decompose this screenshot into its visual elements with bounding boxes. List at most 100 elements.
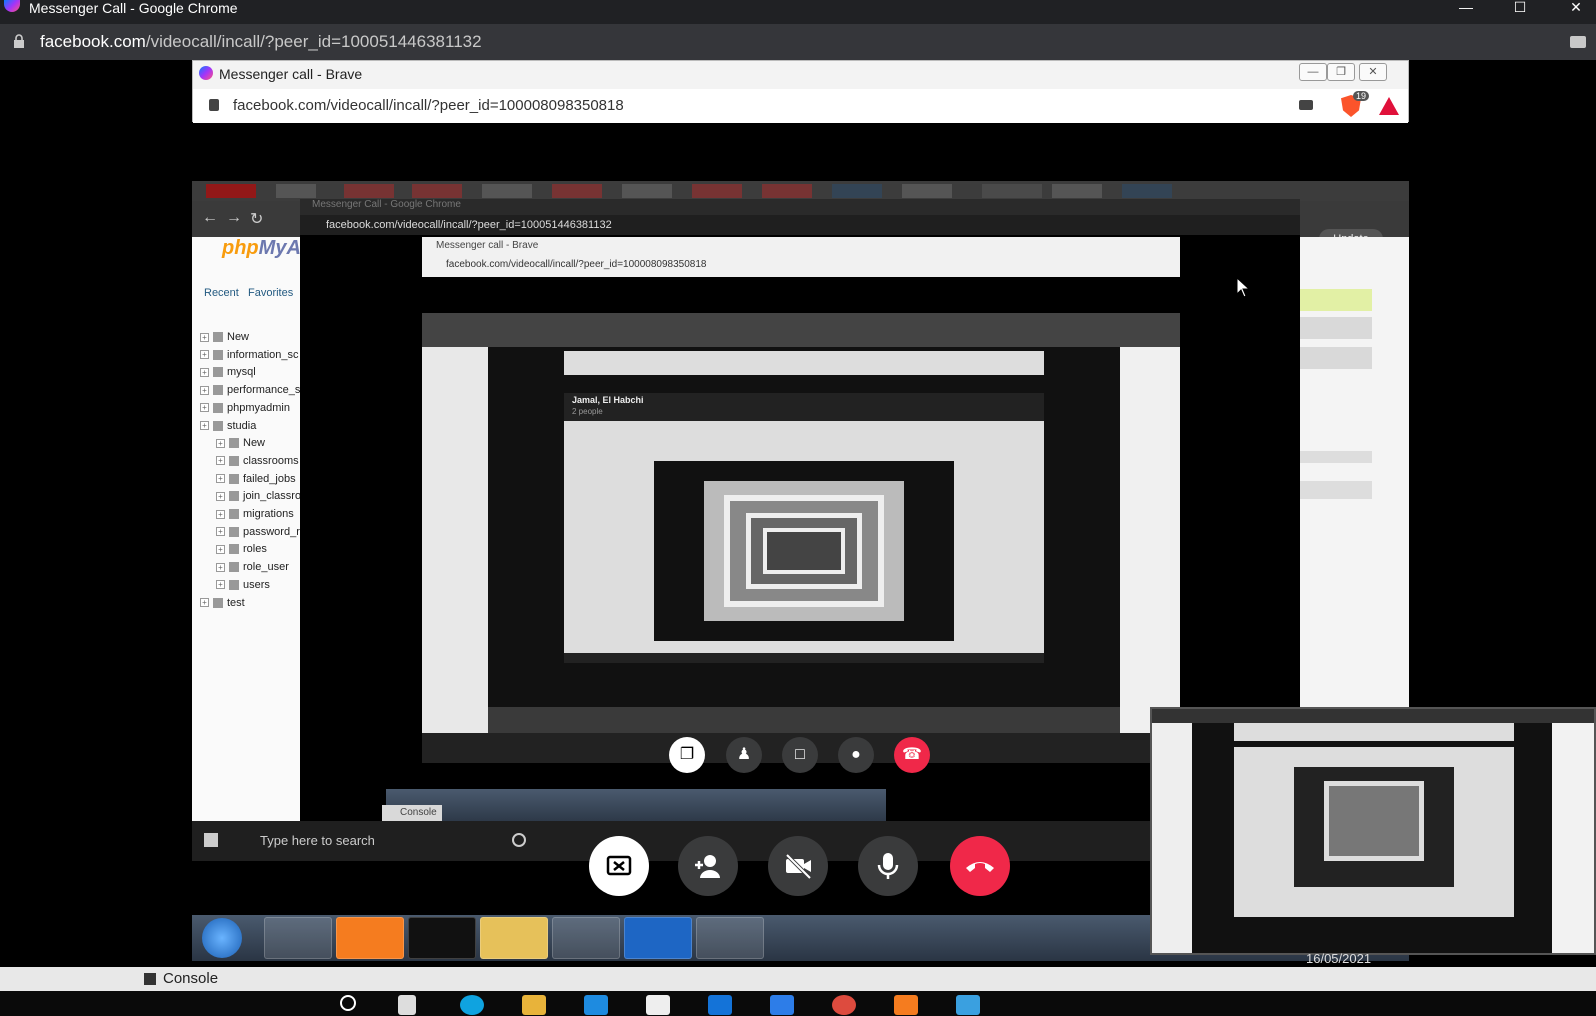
microphone-icon xyxy=(877,853,899,879)
nested-right-panel xyxy=(1120,347,1180,733)
tree-item: + join_classro xyxy=(216,490,301,502)
tree-item: + migrations xyxy=(216,508,294,520)
console-bar[interactable]: Console xyxy=(0,967,1596,991)
back-icon: ← xyxy=(202,209,218,226)
shared-tab xyxy=(832,184,882,198)
end-call-button[interactable] xyxy=(950,836,1010,896)
gray-row xyxy=(1300,481,1372,499)
inner-brave-window: Messenger call - Brave facebook.com/vide… xyxy=(422,237,1180,277)
tree-item: + role_user xyxy=(216,561,289,573)
tree-item-label: test xyxy=(227,596,245,609)
cursor-shape xyxy=(1236,276,1251,298)
highlight-row xyxy=(1300,289,1372,311)
self-view-tile[interactable] xyxy=(1150,707,1596,955)
folder-icon[interactable] xyxy=(522,995,546,1015)
messenger-icon xyxy=(199,66,213,80)
tree-item-label: studia xyxy=(227,419,257,432)
brave-minimize-button[interactable]: — xyxy=(1299,63,1327,81)
camera-icon[interactable] xyxy=(1299,100,1313,110)
tree-item: + failed_jobs xyxy=(216,473,296,485)
task-view-icon[interactable] xyxy=(398,995,416,1015)
console-label: Console xyxy=(163,970,219,987)
tree-item: + roles xyxy=(216,543,267,555)
address-bar[interactable]: facebook.com/videocall/incall/?peer_id=1… xyxy=(0,24,1596,60)
tree-item-label: New xyxy=(243,437,266,450)
brave-rewards-icon[interactable] xyxy=(1379,97,1399,115)
expand-icon: + xyxy=(216,527,225,537)
close-button[interactable]: ✕ xyxy=(1556,0,1596,18)
nested-call-people: 2 people xyxy=(572,407,603,416)
brave-restore-button[interactable]: ❐ xyxy=(1327,63,1355,81)
search-icon[interactable] xyxy=(340,995,356,1011)
self-view-nested xyxy=(1234,747,1514,917)
xampp-icon[interactable] xyxy=(894,995,918,1015)
edge-icon[interactable] xyxy=(460,995,484,1015)
self-view-pma xyxy=(1152,723,1192,953)
shared-tab xyxy=(206,184,256,198)
shared-tab xyxy=(902,184,952,198)
share-screen-icon xyxy=(606,855,632,876)
nested-window: Jamal, El Habchi 2 people xyxy=(488,347,1120,707)
logo-mya: MyA xyxy=(258,237,301,259)
tree-item-label: role_user xyxy=(243,561,289,574)
database-icon xyxy=(229,544,239,555)
calendar-icon[interactable] xyxy=(770,995,794,1015)
microphone-button[interactable] xyxy=(858,836,918,896)
brave-window: Messenger call - Brave — ❐ ✕ facebook.co… xyxy=(192,60,1409,123)
inner-brave-url: facebook.com/videocall/incall/?peer_id=1… xyxy=(446,259,707,270)
database-icon xyxy=(213,402,223,413)
tree-item: + users xyxy=(216,579,270,591)
mail-icon[interactable] xyxy=(708,995,732,1015)
tree-item: + performance_s xyxy=(200,384,300,396)
tree-item-label: mysql xyxy=(227,366,256,379)
expand-icon: + xyxy=(200,598,209,608)
database-icon xyxy=(213,385,223,396)
brave-url: facebook.com/videocall/incall/?peer_id=1… xyxy=(233,97,624,114)
nested-w7-taskbar xyxy=(386,789,886,825)
expand-icon: + xyxy=(216,438,225,448)
database-icon xyxy=(229,438,239,449)
tree-item-label: classrooms xyxy=(243,454,299,467)
database-icon xyxy=(229,509,239,520)
minimize-button[interactable]: — xyxy=(1446,0,1486,18)
tree-item-label: join_classro xyxy=(243,490,302,503)
app-icon[interactable] xyxy=(956,995,980,1015)
database-icon xyxy=(229,579,239,590)
database-icon xyxy=(229,526,239,537)
lock-icon xyxy=(209,99,219,111)
nested-screen-2 xyxy=(564,421,1044,653)
share-screen-button[interactable] xyxy=(589,836,649,896)
tree-item-label: roles xyxy=(243,543,267,556)
database-icon xyxy=(213,420,223,431)
tree-item-label: New xyxy=(227,331,250,343)
xampp-task-icon xyxy=(336,917,404,959)
brave-close-button[interactable]: ✕ xyxy=(1359,63,1387,81)
vscode-icon[interactable] xyxy=(584,995,608,1015)
app-task-icon xyxy=(696,917,764,959)
shared-tab xyxy=(622,184,672,198)
tree-item: + password_r xyxy=(216,526,300,538)
windows-start-icon xyxy=(204,833,218,847)
shared-console-tab: Console xyxy=(382,805,442,821)
brave-address-bar[interactable]: facebook.com/videocall/incall/?peer_id=1… xyxy=(193,89,1408,123)
phpmyadmin-logo: phpMyA xyxy=(222,237,301,260)
store-icon[interactable] xyxy=(646,995,670,1015)
tree-item-label: phpmyadmin xyxy=(227,401,290,414)
shared-tab xyxy=(692,184,742,198)
expand-icon: + xyxy=(216,580,225,590)
tunnel-ring xyxy=(724,495,884,607)
outer-title-bar: Messenger Call - Google Chrome — ☐ ✕ xyxy=(0,0,1596,24)
nested-call: Jamal, El Habchi 2 people xyxy=(564,393,1044,663)
add-person-button[interactable] xyxy=(678,836,738,896)
url-host: facebook.com xyxy=(40,32,146,51)
camera-icon[interactable] xyxy=(1570,36,1586,48)
database-icon xyxy=(213,349,223,360)
tree-item: + phpmyadmin xyxy=(200,402,290,414)
chrome-icon[interactable] xyxy=(832,995,856,1015)
nested-pma xyxy=(422,347,488,733)
tree-item: + classrooms xyxy=(216,455,299,467)
shared-tab xyxy=(412,184,462,198)
expand-icon: + xyxy=(216,456,225,466)
maximize-button[interactable]: ☐ xyxy=(1500,0,1540,18)
camera-toggle-button[interactable] xyxy=(768,836,828,896)
